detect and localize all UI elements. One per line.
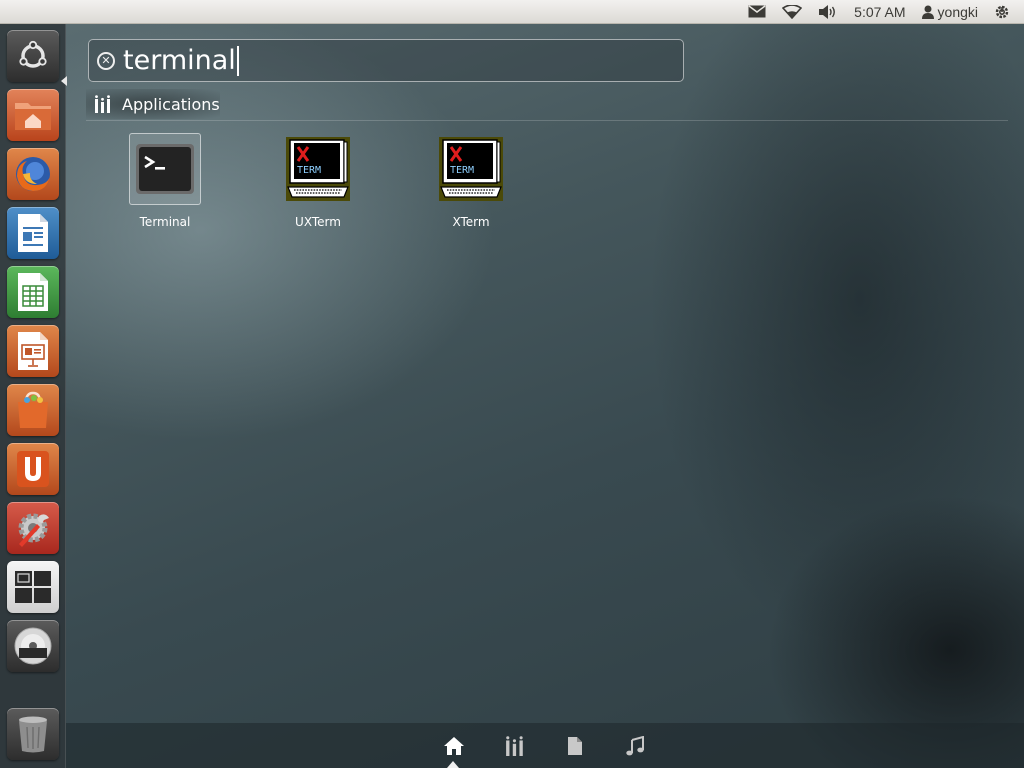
result-icon-frame: TERM: [282, 133, 354, 205]
user-menu[interactable]: yongki: [914, 0, 986, 24]
applications-category-header[interactable]: Applications: [86, 89, 220, 119]
shopping-bag-icon: [18, 391, 48, 428]
result-label: UXTerm: [295, 215, 341, 229]
files-lens-icon: [568, 737, 582, 755]
impress-icon: [18, 332, 48, 370]
clock[interactable]: 5:07 AM: [846, 0, 913, 24]
trash-icon: [19, 716, 47, 753]
launcher-dvd[interactable]: [7, 620, 59, 672]
result-icon-frame: TERM: [435, 133, 507, 205]
launcher-trash[interactable]: [7, 708, 59, 760]
result-terminal[interactable]: Terminal: [110, 133, 220, 229]
search-input-text[interactable]: terminal: [123, 45, 239, 77]
launcher-system-settings[interactable]: [7, 502, 59, 554]
mail-icon[interactable]: [740, 0, 774, 24]
launcher-libreoffice-impress[interactable]: [7, 325, 59, 377]
ubuntu-logo-icon: [19, 40, 47, 68]
active-lens-marker: [447, 761, 459, 768]
category-label: Applications: [122, 94, 220, 114]
launcher-ubuntu-one[interactable]: [7, 443, 59, 495]
result-label: XTerm: [452, 215, 490, 229]
dash-search-field[interactable]: ✕ terminal: [88, 39, 684, 82]
settings-icon: [18, 513, 49, 547]
svg-text:TERM: TERM: [297, 165, 321, 176]
result-xterm[interactable]: TERM XTerm: [416, 133, 526, 229]
lens-bar: [66, 723, 1024, 768]
result-label: Terminal: [139, 215, 191, 229]
active-launcher-arrow: [61, 76, 67, 86]
ubuntu-one-icon: [17, 451, 49, 487]
session-gear-icon[interactable]: [986, 0, 1018, 24]
applications-lens-button[interactable]: [503, 734, 527, 758]
dvd-icon: [14, 627, 52, 665]
home-folder-icon: [15, 103, 51, 130]
firefox-icon: [16, 157, 50, 191]
workspaces-icon: [15, 571, 51, 603]
home-lens-icon: [444, 737, 464, 755]
files-lens-button[interactable]: [563, 734, 587, 758]
volume-icon[interactable]: [810, 0, 846, 24]
category-divider: [86, 120, 1008, 121]
dash-button[interactable]: [7, 30, 59, 82]
top-panel: 5:07 AM yongki: [0, 0, 1024, 24]
svg-text:TERM: TERM: [450, 165, 474, 176]
music-lens-icon: [626, 736, 644, 756]
launcher: [0, 24, 67, 768]
result-icon-frame: [129, 133, 201, 205]
music-lens-button[interactable]: [623, 734, 647, 758]
applications-icon: [95, 95, 110, 113]
username: yongki: [937, 3, 978, 20]
clock-text: 5:07 AM: [854, 3, 906, 20]
launcher-workspace-switcher[interactable]: [7, 561, 59, 613]
result-uxterm[interactable]: TERM UXTerm: [263, 133, 373, 229]
calc-icon: [18, 273, 48, 311]
launcher-home-folder[interactable]: [7, 89, 59, 141]
launcher-libreoffice-calc[interactable]: [7, 266, 59, 318]
home-lens-button[interactable]: [442, 734, 466, 758]
writer-icon: [18, 214, 48, 252]
xterm-icon: TERM: [286, 137, 350, 201]
applications-lens-icon: [506, 736, 523, 756]
wifi-icon[interactable]: [774, 0, 810, 24]
clear-search-icon[interactable]: ✕: [97, 51, 115, 70]
xterm-icon: TERM: [439, 137, 503, 201]
user-icon: [921, 5, 934, 19]
launcher-software-center[interactable]: [7, 384, 59, 436]
launcher-libreoffice-writer[interactable]: [7, 207, 59, 259]
launcher-firefox[interactable]: [7, 148, 59, 200]
text-cursor: [236, 46, 239, 77]
terminal-icon: [136, 144, 194, 194]
